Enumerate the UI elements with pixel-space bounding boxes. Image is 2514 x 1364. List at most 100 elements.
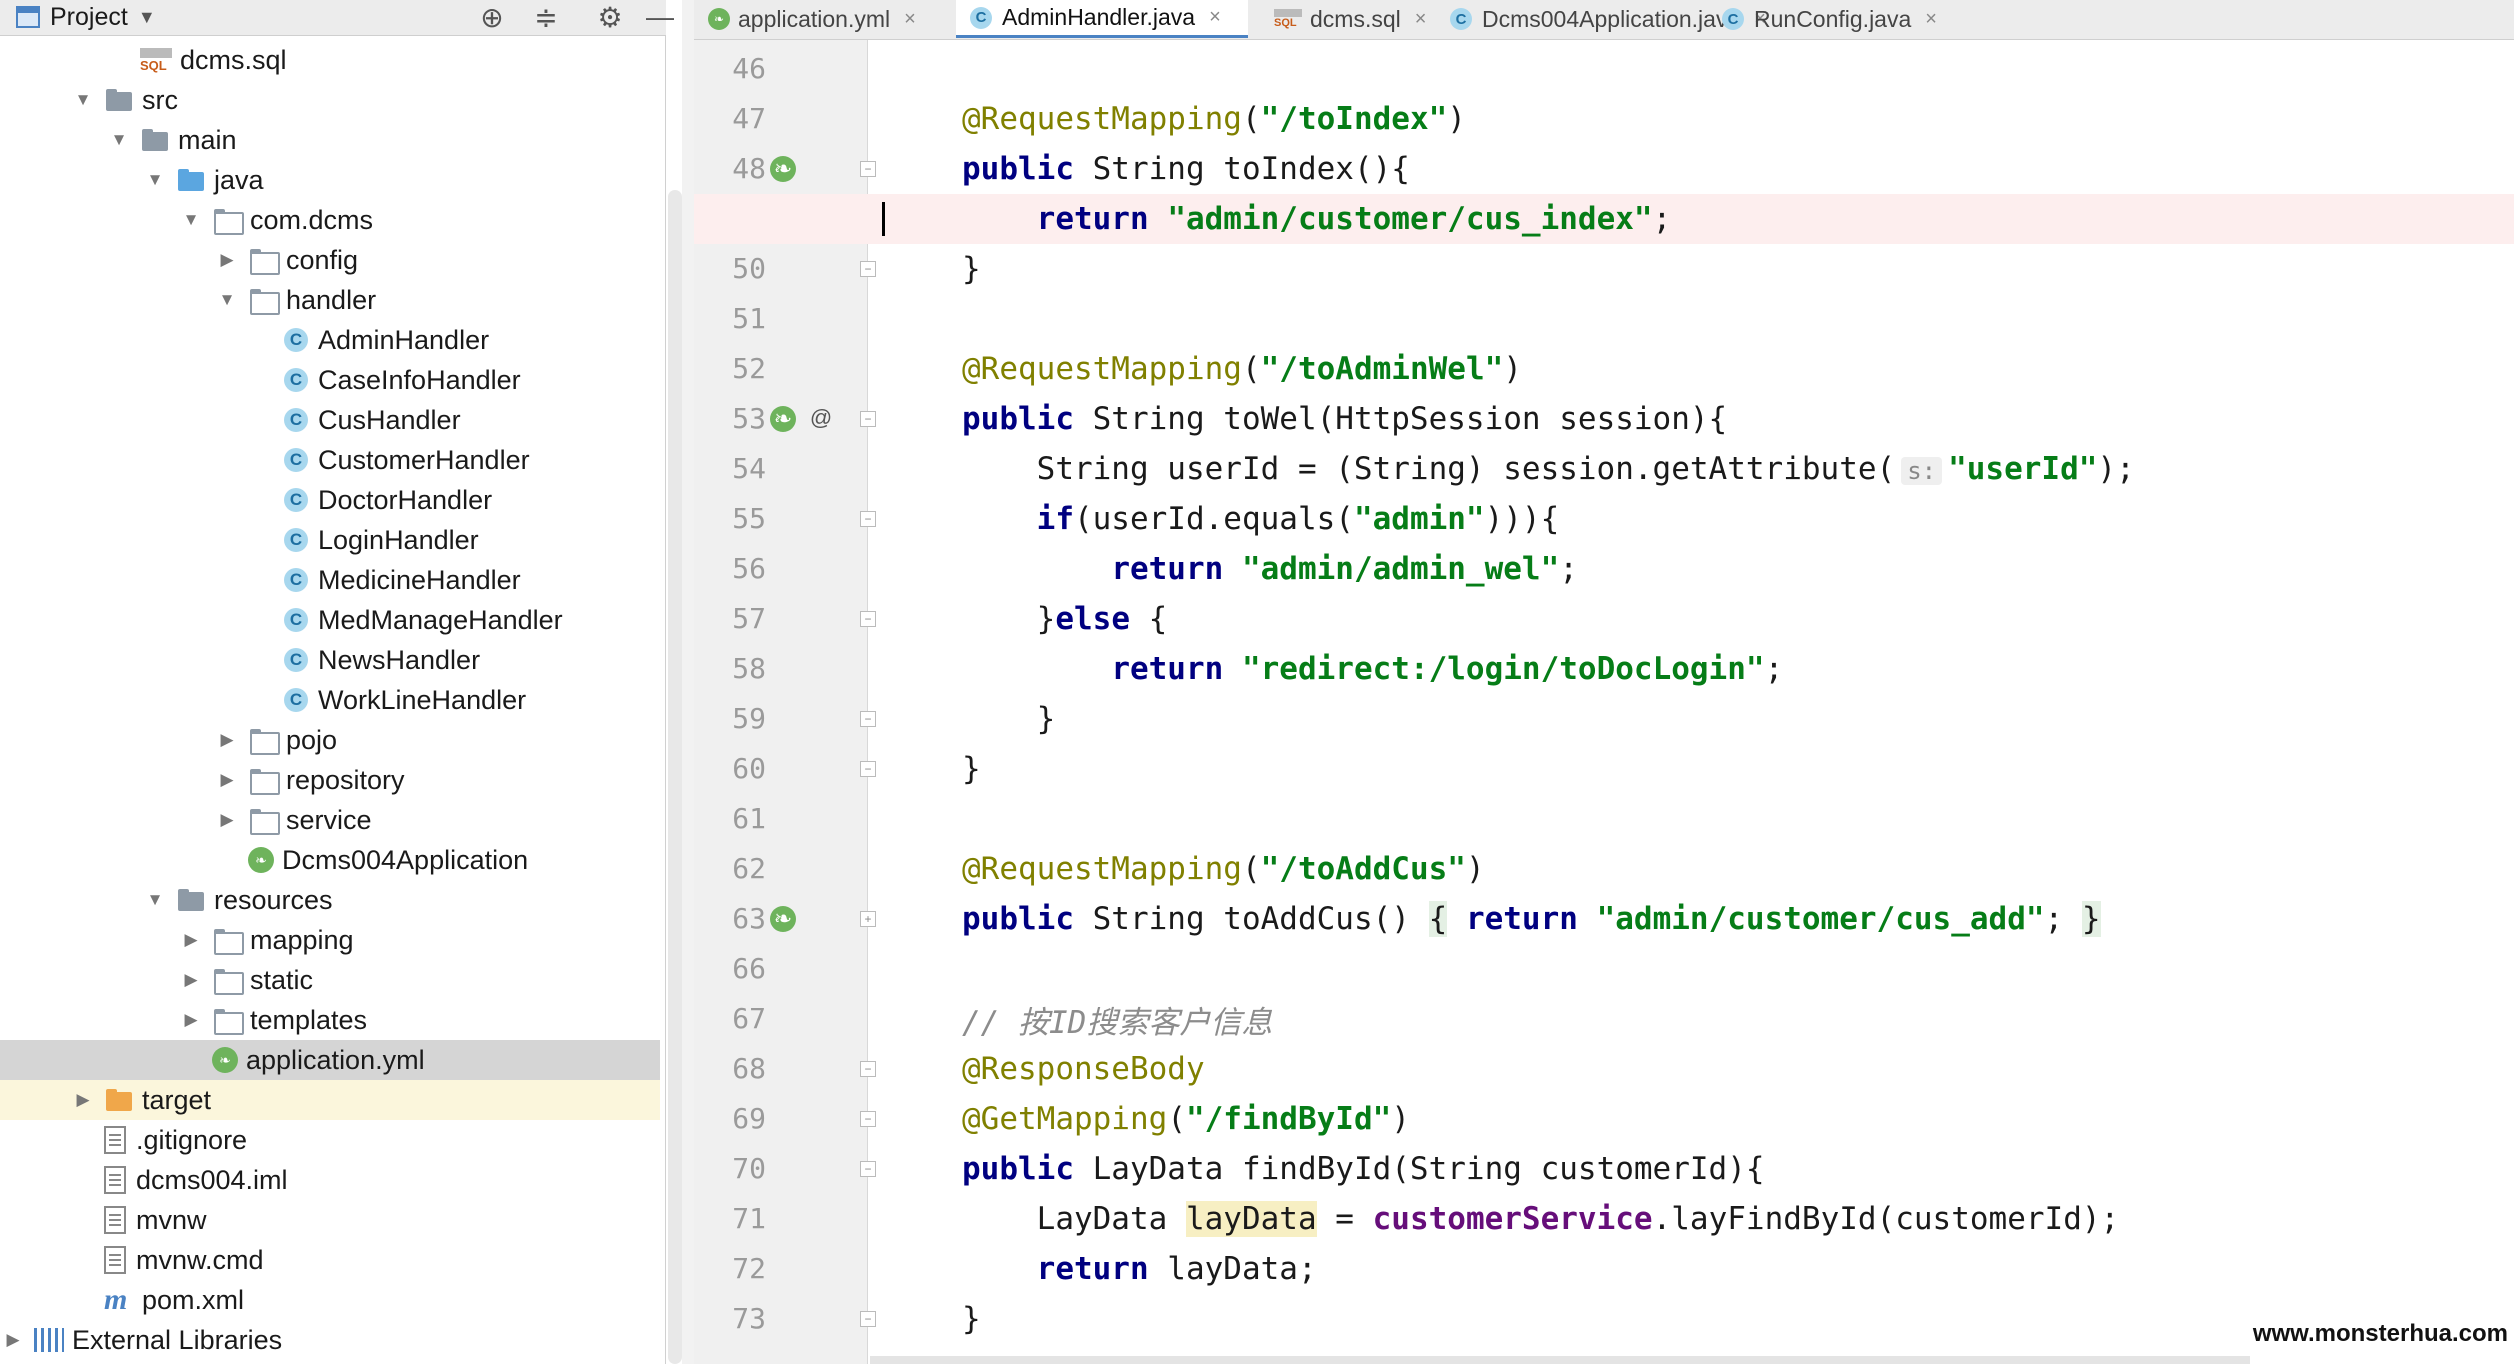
expanded-arrow-icon[interactable]: ▼ [216, 290, 238, 310]
code-line[interactable]: }else { [694, 594, 2514, 644]
collapsed-arrow-icon[interactable]: ▶ [2, 1330, 24, 1350]
collapsed-arrow-icon[interactable]: ▶ [180, 970, 202, 990]
collapsed-arrow-icon[interactable]: ▶ [180, 1010, 202, 1030]
tree-item[interactable]: ▶ target [0, 1080, 660, 1120]
project-view-selector[interactable]: Project ▼ [16, 0, 156, 34]
code-line[interactable]: public String toIndex(){ [694, 144, 2514, 194]
editor-tab[interactable]: C RunConfig.java × [1708, 0, 1937, 38]
tree-item[interactable]: ▶ pojo [0, 720, 660, 760]
tree-item[interactable]: mvnw.cmd [0, 1240, 660, 1280]
tree-item[interactable]: ▼ src [0, 80, 660, 120]
collapsed-arrow-icon[interactable]: ▶ [72, 1090, 94, 1110]
code-line[interactable] [694, 944, 2514, 994]
collapsed-arrow-icon[interactable]: ▶ [216, 250, 238, 270]
libraries-icon [34, 1328, 64, 1352]
code-line[interactable]: String userId = (String) session.getAttr… [694, 444, 2514, 494]
tree-item[interactable]: mvnw [0, 1200, 660, 1240]
expanded-arrow-icon[interactable]: ▼ [180, 210, 202, 230]
code-line-text: String userId = (String) session.getAttr… [962, 451, 2135, 487]
close-icon[interactable]: × [1925, 8, 1937, 31]
tree-item[interactable]: C NewsHandler [0, 640, 660, 680]
tree-item[interactable]: ▼ main [0, 120, 660, 160]
tree-item-label: mapping [250, 924, 354, 955]
expanded-arrow-icon[interactable]: ▼ [108, 130, 130, 150]
tree-item[interactable]: ▼ com.dcms [0, 200, 660, 240]
package-icon [212, 207, 244, 235]
code-line[interactable]: } [694, 694, 2514, 744]
code-line[interactable]: @RequestMapping("/toAddCus") [694, 844, 2514, 894]
tree-item[interactable]: ▶ static [0, 960, 660, 1000]
collapsed-arrow-icon[interactable]: ▶ [180, 930, 202, 950]
close-icon[interactable]: × [904, 8, 916, 31]
code-editor[interactable]: 464748❧−4950−515253❧@−5455−5657−5859−60−… [694, 40, 2514, 1364]
code-line[interactable]: return "admin/customer/cus_index"; [694, 194, 2514, 244]
java-class-icon: C [284, 648, 308, 672]
code-line[interactable]: public String toAddCus() { return "admin… [694, 894, 2514, 944]
tree-item[interactable]: m pom.xml [0, 1280, 660, 1320]
code-line[interactable]: return "admin/admin_wel"; [694, 544, 2514, 594]
code-line[interactable]: @ResponseBody [694, 1044, 2514, 1094]
crosshair-icon[interactable]: ⊕ [472, 0, 512, 34]
tree-item[interactable]: ▼ handler [0, 280, 660, 320]
collapse-all-icon[interactable]: ≑ [526, 0, 566, 34]
close-icon[interactable]: × [1415, 8, 1427, 31]
gear-icon[interactable]: ⚙ [590, 0, 630, 34]
code-token: String toWel(HttpSession session){ [1073, 401, 1728, 437]
code-line[interactable]: LayData layData = customerService.layFin… [694, 1194, 2514, 1244]
tree-item[interactable]: ▶ repository [0, 760, 660, 800]
expanded-arrow-icon[interactable]: ▼ [144, 170, 166, 190]
collapsed-arrow-icon[interactable]: ▶ [216, 770, 238, 790]
tree-item[interactable]: C CusHandler [0, 400, 660, 440]
code-line[interactable]: @RequestMapping("/toAdminWel") [694, 344, 2514, 394]
code-line[interactable]: @RequestMapping("/toIndex") [694, 94, 2514, 144]
collapsed-arrow-icon[interactable]: ▶ [216, 810, 238, 830]
editor-tab[interactable]: ❧ application.yml × [694, 0, 944, 38]
code-line[interactable] [694, 294, 2514, 344]
close-icon[interactable]: × [1209, 6, 1221, 29]
tree-item[interactable]: ▶ templates [0, 1000, 660, 1040]
expanded-arrow-icon[interactable]: ▼ [72, 90, 94, 110]
tree-item[interactable]: ▶ External Libraries [0, 1320, 660, 1360]
panel-divider[interactable] [682, 0, 694, 1364]
code-line[interactable]: return layData; [694, 1244, 2514, 1294]
collapsed-arrow-icon[interactable]: ▶ [216, 730, 238, 750]
tree-item[interactable]: ▼ java [0, 160, 660, 200]
project-tree-scrollbar[interactable] [668, 190, 682, 1364]
tree-item[interactable]: C MedManageHandler [0, 600, 660, 640]
code-token: public [962, 401, 1074, 437]
tree-item[interactable]: C CaseInfoHandler [0, 360, 660, 400]
tree-item[interactable]: ▶ mapping [0, 920, 660, 960]
code-line[interactable]: } [694, 244, 2514, 294]
editor-tab[interactable]: C AdminHandler.java × [956, 0, 1248, 38]
code-line[interactable]: return "redirect:/login/toDocLogin"; [694, 644, 2514, 694]
code-line[interactable]: } [694, 1294, 2514, 1344]
editor-horizontal-scrollbar[interactable] [870, 1356, 2250, 1364]
tree-item[interactable]: ▶ service [0, 800, 660, 840]
tree-item[interactable]: C CustomerHandler [0, 440, 660, 480]
tree-item[interactable]: ▼ resources [0, 880, 660, 920]
editor-tab[interactable]: C Dcms004Application.java × [1436, 0, 1766, 38]
code-line[interactable]: public LayData findById(String customerI… [694, 1144, 2514, 1194]
code-line[interactable]: public String toWel(HttpSession session)… [694, 394, 2514, 444]
code-line[interactable] [694, 794, 2514, 844]
expanded-arrow-icon[interactable]: ▼ [144, 890, 166, 910]
code-line[interactable]: } [694, 744, 2514, 794]
tree-item[interactable]: .gitignore [0, 1120, 660, 1160]
tree-item[interactable]: ▶ config [0, 240, 660, 280]
tree-item[interactable]: SQL dcms.sql [0, 40, 660, 80]
code-line[interactable]: // 按ID搜索客户信息 [694, 994, 2514, 1044]
tree-item[interactable]: C MedicineHandler [0, 560, 660, 600]
code-line[interactable]: if(userId.equals("admin"))){ [694, 494, 2514, 544]
tree-item[interactable]: dcms004.iml [0, 1160, 660, 1200]
tree-item[interactable]: C AdminHandler [0, 320, 660, 360]
tree-item[interactable]: ❧ Dcms004Application [0, 840, 660, 880]
minimize-icon[interactable]: — [642, 0, 678, 34]
code-line[interactable] [694, 44, 2514, 94]
tree-item[interactable]: C LoginHandler [0, 520, 660, 560]
text-file-icon [104, 1126, 126, 1154]
tree-item[interactable]: C DoctorHandler [0, 480, 660, 520]
tree-item[interactable]: C WorkLineHandler [0, 680, 660, 720]
editor-tab[interactable]: SQL dcms.sql × [1260, 0, 1427, 38]
code-line[interactable]: @GetMapping("/findById") [694, 1094, 2514, 1144]
tree-item[interactable]: ❧ application.yml [0, 1040, 660, 1080]
